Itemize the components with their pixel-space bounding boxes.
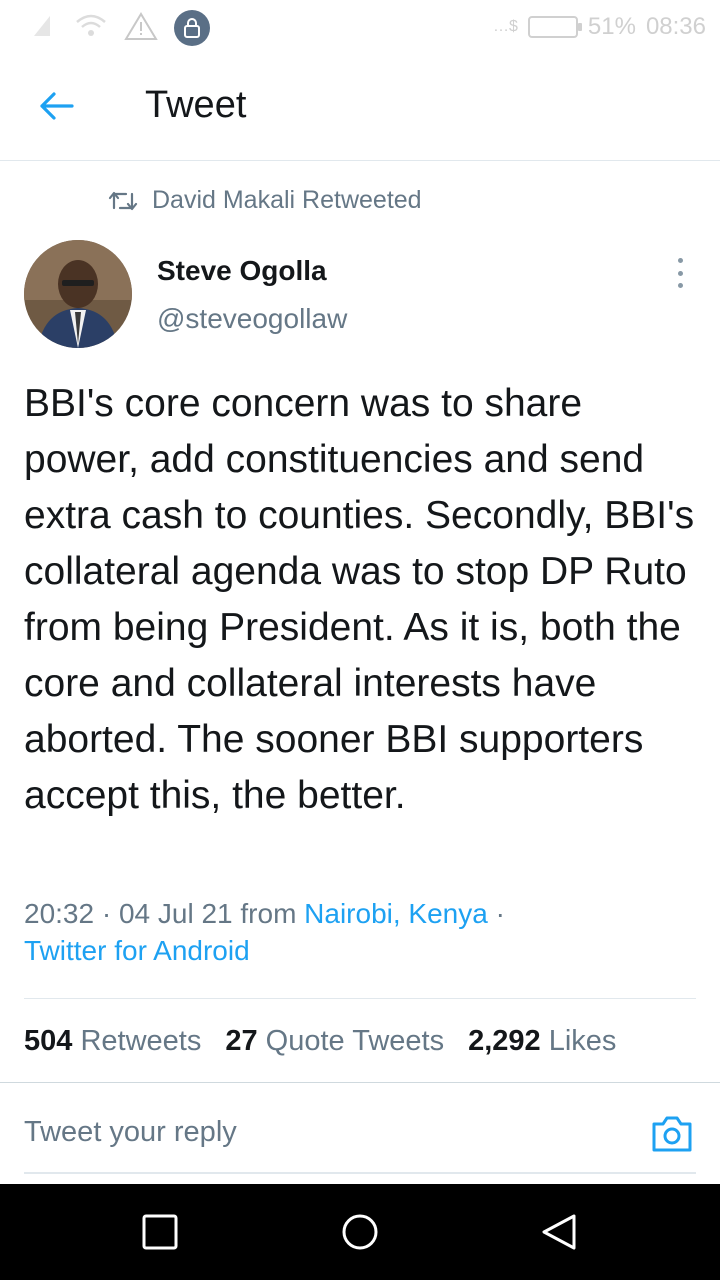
retweets-count: 504 <box>24 1025 73 1057</box>
retweets-label: Retweets <box>80 1025 202 1057</box>
home-button[interactable] <box>340 1212 380 1252</box>
divider <box>0 1082 720 1083</box>
retweet-icon <box>108 191 138 210</box>
tweet-date: 04 Jul 21 <box>118 898 233 929</box>
warning-icon <box>124 11 158 46</box>
from-label: from <box>240 898 297 929</box>
likes-stat[interactable]: 2,292 Likes <box>468 1025 616 1058</box>
recent-apps-icon <box>142 1214 178 1250</box>
back-arrow-icon <box>40 92 74 120</box>
top-app-bar: Tweet <box>0 52 720 161</box>
data-icon: …$ <box>492 18 518 35</box>
more-vertical-icon <box>677 258 683 263</box>
tweet-source-link[interactable]: Twitter for Android <box>24 935 250 966</box>
clock: 08:36 <box>645 13 706 40</box>
likes-label: Likes <box>548 1025 617 1057</box>
battery-icon <box>527 16 582 38</box>
reply-bar <box>24 1100 696 1174</box>
quotes-count: 27 <box>225 1025 258 1057</box>
author-name[interactable]: Steve Ogolla <box>157 255 327 287</box>
battery-percent: 51% <box>587 13 636 40</box>
more-dot <box>677 283 683 288</box>
avatar[interactable] <box>24 240 132 348</box>
home-icon <box>342 1214 378 1250</box>
divider <box>24 998 696 999</box>
vpn-lock-icon <box>174 10 210 46</box>
quotes-label: Quote Tweets <box>265 1025 445 1057</box>
back-icon <box>542 1214 576 1250</box>
retweet-context[interactable]: David Makali Retweeted <box>108 186 422 215</box>
author-handle[interactable]: @steveogollaw <box>157 303 347 335</box>
system-nav-bar <box>0 1184 720 1280</box>
retweets-stat[interactable]: 504 Retweets <box>24 1025 201 1058</box>
page-title: Tweet <box>145 84 247 126</box>
status-bar: …$ 51% 08:36 <box>0 0 720 52</box>
wifi-icon <box>74 13 108 44</box>
retweet-label: David Makali Retweeted <box>152 186 422 214</box>
tweet-stats: 504 Retweets 27 Quote Tweets 2,292 Likes <box>24 1025 616 1058</box>
system-back-button[interactable] <box>540 1212 580 1252</box>
tweet-text: BBI's core concern was to share power, a… <box>24 382 695 817</box>
recent-apps-button[interactable] <box>140 1212 180 1252</box>
tweet-time: 20:32 <box>24 898 95 929</box>
reply-input[interactable] <box>24 1116 624 1149</box>
signal-icon <box>30 12 58 45</box>
tweet-meta: 20:32 · 04 Jul 21 from Nairobi, Kenya · … <box>24 898 505 966</box>
more-dot <box>677 270 683 276</box>
back-button[interactable] <box>36 86 76 126</box>
camera-icon <box>652 1116 692 1152</box>
more-options-button[interactable] <box>668 258 692 288</box>
camera-button[interactable] <box>650 1112 694 1156</box>
likes-count: 2,292 <box>468 1025 541 1057</box>
quote-tweets-stat[interactable]: 27 Quote Tweets <box>225 1025 444 1058</box>
tweet-location-link[interactable]: Nairobi, Kenya <box>304 898 488 929</box>
